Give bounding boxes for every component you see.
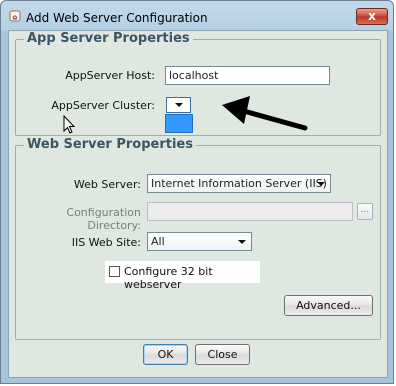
annotation-arrow-icon bbox=[222, 96, 308, 131]
